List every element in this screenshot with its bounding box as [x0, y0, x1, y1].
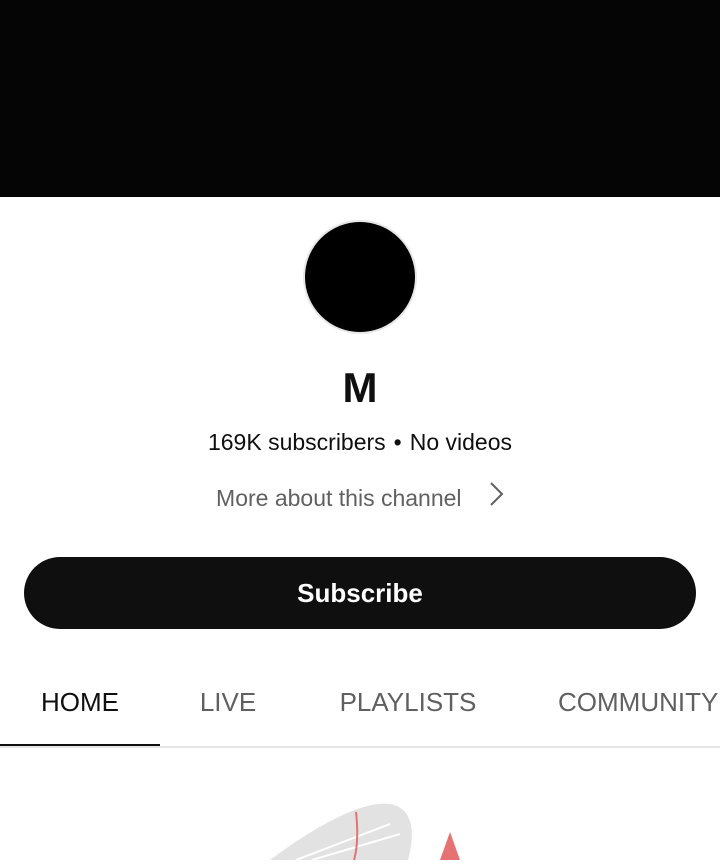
channel-banner: [0, 0, 720, 197]
channel-name: M: [342, 364, 378, 411]
subscribe-button[interactable]: Subscribe: [24, 557, 696, 629]
empty-channel-illustration: [240, 790, 480, 861]
channel-stats: 169K subscribers • No videos: [0, 427, 720, 457]
tab-live[interactable]: LIVE: [160, 660, 296, 746]
tab-home[interactable]: HOME: [0, 660, 160, 746]
tab-playlists[interactable]: PLAYLISTS: [296, 660, 520, 746]
channel-avatar[interactable]: [303, 220, 417, 334]
channel-tabs: HOME LIVE PLAYLISTS COMMUNITY: [0, 660, 720, 748]
more-about-channel-link[interactable]: More about this channel: [0, 481, 720, 514]
stats-separator: •: [393, 429, 402, 455]
tab-community[interactable]: COMMUNITY: [520, 660, 720, 746]
subscriber-count: 169K subscribers: [207, 429, 386, 455]
more-about-label: More about this channel: [216, 485, 462, 511]
video-count: No videos: [409, 429, 513, 455]
chevron-right-icon: [488, 481, 504, 514]
